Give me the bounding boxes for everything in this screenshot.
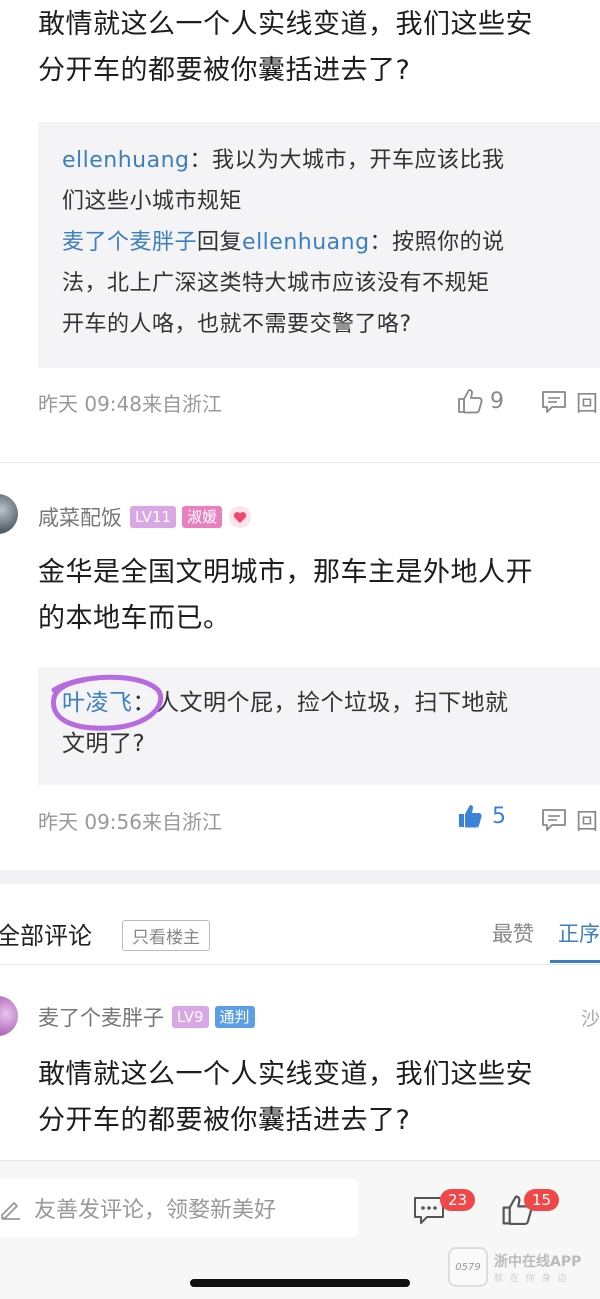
like-count-badge: 15 [524, 1189, 560, 1211]
highlight-circle [51, 674, 164, 731]
reply-quote-box: ellenhuang：我以为大城市，开车应该比我 们这些小城市规矩 麦了个麦胖子… [38, 122, 600, 368]
app-logo: 0579 [448, 1247, 488, 1287]
avatar[interactable] [0, 494, 18, 534]
comment-body: 敢情就这么一个人实线变道，我们这些安 分开车的都要被你囊括进去了? [38, 1059, 533, 1136]
like-count: 9 [490, 388, 504, 414]
sort-hot-tab[interactable]: 最赞 [492, 918, 534, 948]
sofa-label: 沙 [580, 1007, 600, 1030]
comment-header: 麦了个麦胖子 LV9 通判 沙 [38, 1002, 600, 1032]
divider [0, 964, 600, 965]
watermark-name: 浙中在线APP [494, 1253, 582, 1270]
active-tab-indicator [550, 960, 600, 963]
like-button[interactable]: 5 [456, 802, 506, 830]
watermark-slogan: 就 在 你 身 边 [494, 1273, 569, 1284]
reply-line: 麦了个麦胖子回复ellenhuang：按照你的说 [62, 230, 505, 255]
reply-username-link[interactable]: ellenhuang [62, 148, 190, 173]
reply-text: 开车的人咯，也就不需要交警了咯? [62, 312, 412, 337]
like-button[interactable]: 9 [456, 384, 504, 418]
heart-badge-icon [229, 506, 252, 528]
comment-text-line: 分开车的都要被你囊括进去了? [38, 55, 411, 86]
comments-header: 全部评论 只看楼主 最赞 正序 [0, 914, 600, 964]
divider [0, 462, 600, 463]
thumb-up-filled-icon [459, 805, 482, 828]
comment-count-badge: 23 [440, 1189, 476, 1211]
reply-text: 法，北上广深这类特大城市应该没有不规矩 [62, 271, 490, 296]
comment-body: 敢情就这么一个人实线变道，我们这些安 分开车的都要被你囊括进去了? [38, 2, 598, 94]
comment-text-line: 敢情就这么一个人实线变道，我们这些安 [38, 9, 533, 40]
reply-line: ellenhuang：我以为大城市，开车应该比我 [62, 148, 505, 173]
reply-label: 回 [576, 810, 599, 835]
bottom-bar: 友善发评论，领婺新美好 23 15 0579 浙中在线APP 就 在 你 身 边 [0, 1160, 600, 1299]
title-badge: 通判 [214, 1006, 255, 1028]
like-count: 5 [492, 803, 506, 829]
comment-meta: 昨天 09:56来自浙江 [38, 810, 222, 834]
thumb-up-icon [458, 389, 483, 414]
reply-button[interactable]: 回 [540, 804, 598, 836]
reply-button[interactable]: 回 [540, 386, 598, 418]
level-badge: LV11 [130, 506, 177, 528]
reply-label: 回 [576, 392, 599, 417]
sort-order-tab[interactable]: 正序 [558, 918, 600, 948]
reply-text: 我以为大城市，开车应该比我 [212, 148, 505, 173]
comment-header: 咸菜配饭 LV11 淑媛 [38, 502, 252, 532]
title-badge: 淑媛 [182, 506, 223, 528]
reply-username-link[interactable]: 麦了个麦胖子 [62, 230, 197, 255]
username[interactable]: 麦了个麦胖子 [38, 1002, 164, 1032]
comment-input[interactable]: 友善发评论，领婺新美好 [0, 1179, 358, 1237]
section-separator [0, 870, 600, 884]
pencil-icon [1, 1202, 20, 1220]
comment-bubble-icon [542, 391, 566, 413]
section-title: 全部评论 [0, 922, 92, 950]
reply-text: 们这些小城市规矩 [62, 189, 243, 214]
comment-body: 金华是全国文明城市，那车主是外地人开 的本地车而已。 [38, 557, 533, 634]
watermark: 0579 浙中在线APP 就 在 你 身 边 [448, 1245, 598, 1289]
reply-target-link[interactable]: ellenhuang [242, 230, 370, 255]
only-author-button[interactable]: 只看楼主 [122, 920, 210, 951]
comment-meta: 昨天 09:48来自浙江 [38, 392, 222, 416]
username[interactable]: 咸菜配饭 [38, 502, 122, 532]
comment-input-placeholder: 友善发评论，领婺新美好 [34, 1198, 277, 1223]
comment-bubble-icon [542, 809, 566, 831]
avatar[interactable] [0, 996, 18, 1036]
home-indicator [190, 1279, 410, 1287]
level-badge: LV9 [172, 1006, 209, 1028]
